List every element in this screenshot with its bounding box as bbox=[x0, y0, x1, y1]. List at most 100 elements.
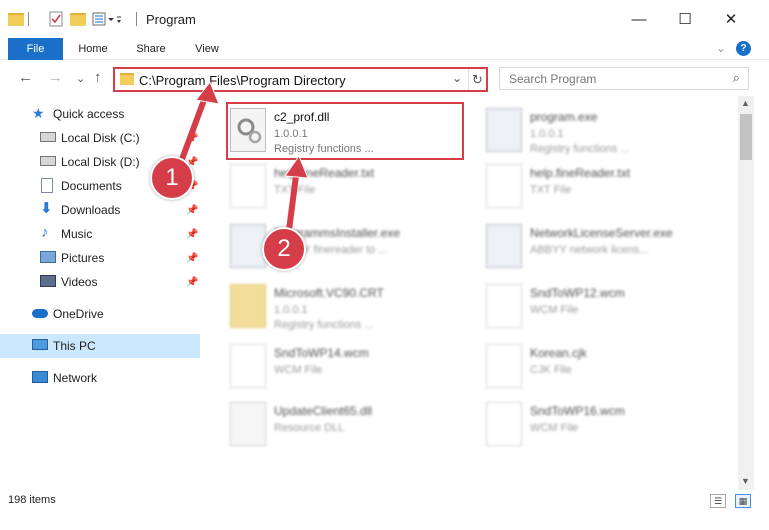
file-type: WCM File bbox=[530, 304, 579, 316]
file-item[interactable]: NetworkLicenseServer.exe ABBYY network l… bbox=[482, 218, 722, 276]
vertical-scrollbar[interactable]: ▲ ▼ bbox=[738, 96, 754, 490]
file-version: 1.0.0.1 bbox=[530, 128, 564, 140]
folder-icon bbox=[8, 10, 24, 28]
title-bar: Program — ☐ ✕ bbox=[0, 0, 769, 38]
file-item[interactable]: help.fineReader.txt TXT File bbox=[482, 158, 722, 216]
sidebar-item-label: This PC bbox=[53, 339, 96, 353]
tab-view[interactable]: View bbox=[184, 38, 230, 60]
file-item[interactable]: SndToWP12.wcm WCM File bbox=[482, 278, 722, 336]
sidebar-item-quick-access[interactable]: ★ Quick access bbox=[0, 102, 200, 126]
file-item[interactable]: help.fineReader.txt TXT File bbox=[226, 158, 466, 216]
sidebar-item-downloads[interactable]: ⬇ Downloads 📌 bbox=[0, 198, 200, 222]
customize-toolbar-icon[interactable] bbox=[92, 10, 122, 28]
tab-home[interactable]: Home bbox=[70, 38, 116, 60]
search-input[interactable]: Search Program bbox=[509, 72, 596, 86]
file-type: TXT File bbox=[274, 184, 316, 196]
document-icon bbox=[486, 344, 522, 388]
file-name: program.exe bbox=[530, 110, 598, 124]
sidebar-item-label: Documents bbox=[61, 179, 122, 193]
address-path: C:\Program Files\Program Directory bbox=[139, 73, 346, 88]
file-description: ABBYY network licens... bbox=[530, 244, 649, 256]
file-item[interactable]: UpdateClient65.dll Resource DLL bbox=[226, 396, 466, 454]
search-icon: ⌕ bbox=[732, 70, 740, 85]
address-bar[interactable]: C:\Program Files\Program Directory ⌄ ↻ bbox=[113, 67, 488, 92]
address-dropdown-icon[interactable]: ⌄ bbox=[452, 71, 462, 85]
folder-file-icon bbox=[230, 284, 266, 328]
item-count: 198 items bbox=[8, 494, 56, 506]
document-icon bbox=[486, 402, 522, 446]
sidebar-item-label: OneDrive bbox=[53, 307, 104, 321]
sidebar-item-network[interactable]: Network bbox=[0, 366, 200, 390]
details-view-icon[interactable]: ☰ bbox=[710, 494, 726, 508]
app-icon bbox=[486, 224, 522, 268]
file-list: c2_prof.dll 1.0.0.1 Registry functions .… bbox=[204, 96, 738, 490]
file-name: SndToWP12.wcm bbox=[530, 286, 625, 300]
refresh-button[interactable]: ↻ bbox=[468, 69, 486, 90]
pin-icon[interactable]: 📌 bbox=[186, 205, 198, 216]
file-type: WCM File bbox=[530, 422, 579, 434]
file-item[interactable]: Korean.cjk CJK File bbox=[482, 338, 722, 396]
ribbon-collapse-icon[interactable]: ⌄ bbox=[712, 38, 730, 60]
file-description: Registry functions ... bbox=[530, 143, 630, 155]
file-item[interactable]: SndToWP16.wcm WCM File bbox=[482, 396, 722, 454]
file-item[interactable]: Microsoft.VC90.CRT 1.0.0.1 Registry func… bbox=[226, 278, 466, 336]
sidebar-item-this-pc[interactable]: This PC bbox=[0, 334, 200, 358]
file-name: Korean.cjk bbox=[530, 346, 587, 360]
file-name: Microsoft.VC90.CRT bbox=[274, 286, 384, 300]
download-icon: ⬇ bbox=[40, 200, 53, 217]
up-button[interactable]: ↑ bbox=[94, 69, 102, 86]
sidebar-item-label: Music bbox=[61, 227, 93, 241]
file-type: WCM File bbox=[274, 364, 323, 376]
file-item[interactable]: program.exe 1.0.0.1 Registry functions .… bbox=[482, 102, 722, 160]
ribbon-tabs: File Home Share View ⌄ ? bbox=[0, 38, 769, 96]
status-bar: 198 items ☰ ▦ bbox=[0, 490, 769, 512]
pin-icon[interactable]: 📌 bbox=[186, 133, 198, 144]
sidebar-item-local-disk-c[interactable]: Local Disk (C:) 📌 bbox=[0, 126, 200, 150]
star-icon: ★ bbox=[32, 105, 45, 121]
forward-button[interactable]: → bbox=[48, 69, 63, 86]
properties-icon[interactable] bbox=[48, 10, 64, 28]
sidebar-item-pictures[interactable]: Pictures 📌 bbox=[0, 246, 200, 270]
file-item[interactable]: SndToWP14.wcm WCM File bbox=[226, 338, 466, 396]
scroll-up-icon[interactable]: ▲ bbox=[741, 98, 750, 108]
sidebar-item-label: Downloads bbox=[61, 203, 121, 217]
drive-icon bbox=[40, 132, 56, 142]
large-icons-view-icon[interactable]: ▦ bbox=[735, 494, 751, 508]
maximize-button[interactable]: ☐ bbox=[662, 0, 708, 38]
pin-icon[interactable]: 📌 bbox=[186, 229, 198, 240]
file-type: TXT File bbox=[530, 184, 572, 196]
sidebar-item-label: Network bbox=[53, 371, 98, 385]
recent-locations-icon[interactable]: ⌄ bbox=[76, 72, 85, 85]
navigation-bar: ← → ⌄ ↑ C:\Program Files\Program Directo… bbox=[0, 60, 769, 96]
sidebar-item-videos[interactable]: Videos 📌 bbox=[0, 270, 200, 294]
pin-icon[interactable]: 📌 bbox=[186, 277, 198, 288]
minimize-button[interactable]: — bbox=[616, 0, 662, 38]
file-name: SndToWP14.wcm bbox=[274, 346, 369, 360]
scrollbar-thumb[interactable] bbox=[740, 114, 752, 160]
file-name: help.fineReader.txt bbox=[274, 166, 375, 180]
help-icon[interactable]: ? bbox=[736, 41, 751, 56]
tab-share[interactable]: Share bbox=[128, 38, 174, 60]
sidebar-item-music[interactable]: ♪ Music 📌 bbox=[0, 222, 200, 246]
scroll-down-icon[interactable]: ▼ bbox=[741, 476, 750, 486]
sidebar-item-onedrive[interactable]: OneDrive bbox=[0, 302, 200, 326]
search-box[interactable]: Search Program ⌕ bbox=[499, 67, 749, 90]
file-version: 1.0.0.1 bbox=[274, 304, 308, 316]
close-button[interactable]: ✕ bbox=[708, 0, 754, 38]
back-button[interactable]: ← bbox=[18, 69, 33, 86]
app-icon bbox=[230, 224, 266, 268]
pictures-icon bbox=[40, 251, 56, 263]
pin-icon[interactable]: 📌 bbox=[186, 253, 198, 264]
window-title: Program bbox=[146, 12, 196, 27]
file-name: help.fineReader.txt bbox=[530, 166, 631, 180]
music-icon: ♪ bbox=[41, 224, 49, 241]
new-folder-icon[interactable] bbox=[70, 10, 86, 28]
document-icon bbox=[486, 284, 522, 328]
step-2-badge: 2 bbox=[262, 227, 306, 271]
documents-icon bbox=[41, 178, 53, 193]
network-icon bbox=[32, 371, 48, 383]
folder-icon bbox=[120, 73, 134, 85]
document-icon bbox=[230, 344, 266, 388]
title-divider bbox=[136, 12, 137, 26]
app-icon bbox=[486, 108, 522, 152]
